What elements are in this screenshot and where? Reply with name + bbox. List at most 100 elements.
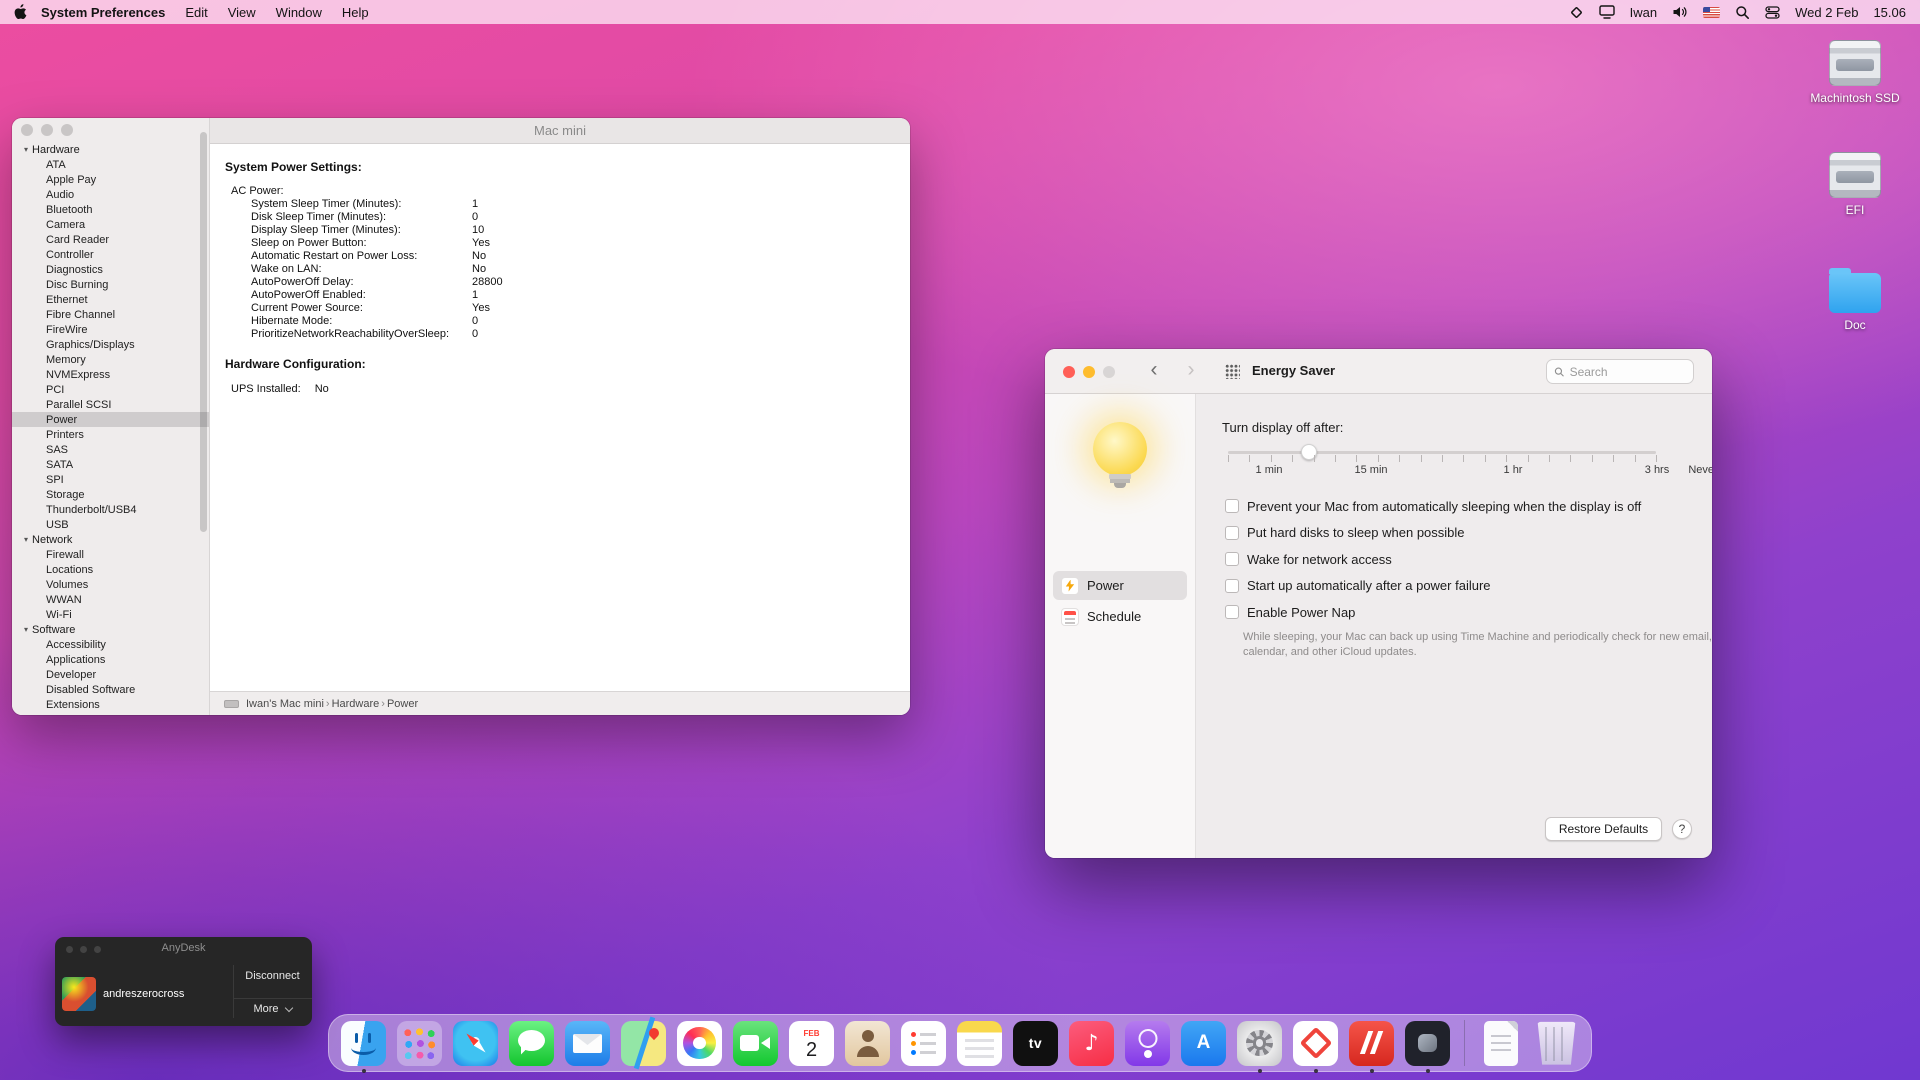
keyboard-flag-icon[interactable] (1703, 7, 1720, 18)
dock-finder-icon[interactable] (341, 1021, 386, 1066)
sidebar-group-hardware[interactable]: ▾Hardware (12, 142, 209, 157)
energy-sidebar-power[interactable]: Power (1053, 571, 1187, 600)
dock-reminders-icon[interactable] (901, 1021, 946, 1066)
sidebar-item-nvmexpress[interactable]: NVMExpress (12, 367, 209, 382)
checkbox-prevent-your-mac-from-automatica[interactable] (1225, 499, 1239, 513)
desktop-icon-doc[interactable]: Doc (1807, 266, 1903, 332)
sidebar-item-fibre-channel[interactable]: Fibre Channel (12, 307, 209, 322)
dock-maps-icon[interactable] (621, 1021, 666, 1066)
close-button[interactable] (21, 124, 33, 136)
sidebar-item-disabled-software[interactable]: Disabled Software (12, 682, 209, 697)
display-status-icon[interactable] (1599, 5, 1615, 19)
disconnect-button[interactable]: Disconnect (233, 970, 312, 982)
sidebar-item-diagnostics[interactable]: Diagnostics (12, 262, 209, 277)
sidebar-item-storage[interactable]: Storage (12, 487, 209, 502)
dock-mail-icon[interactable] (565, 1021, 610, 1066)
dock-photos-icon[interactable] (677, 1021, 722, 1066)
window-titlebar[interactable]: Mac mini (210, 118, 910, 144)
sidebar-item-apple-pay[interactable]: Apple Pay (12, 172, 209, 187)
help-button[interactable]: ? (1672, 819, 1692, 839)
sidebar-item-sata[interactable]: SATA (12, 457, 209, 472)
sidebar-item-printers[interactable]: Printers (12, 427, 209, 442)
sidebar-item-ata[interactable]: ATA (12, 157, 209, 172)
close-button[interactable] (1063, 366, 1075, 378)
minimize-button[interactable] (1083, 366, 1095, 378)
sidebar-item-sas[interactable]: SAS (12, 442, 209, 457)
dock-podcasts-icon[interactable] (1125, 1021, 1170, 1066)
sidebar-item-wi-fi[interactable]: Wi-Fi (12, 607, 209, 622)
dock-red-app-icon[interactable] (1349, 1021, 1394, 1066)
dock-dark-app-icon[interactable] (1405, 1021, 1450, 1066)
drive-icon[interactable] (1829, 40, 1881, 86)
checkbox-wake-for-network-access[interactable] (1225, 552, 1239, 566)
sidebar-item-ethernet[interactable]: Ethernet (12, 292, 209, 307)
spotlight-icon[interactable] (1735, 5, 1750, 20)
dock-safari-icon[interactable] (453, 1021, 498, 1066)
slider-thumb[interactable] (1301, 444, 1317, 460)
sidebar-scrollbar[interactable] (200, 132, 207, 532)
menu-window[interactable]: Window (266, 5, 332, 20)
sidebar-item-graphics-displays[interactable]: Graphics/Displays (12, 337, 209, 352)
dock-music-icon[interactable]: ♪ (1069, 1021, 1114, 1066)
dock-launchpad-icon[interactable] (397, 1021, 442, 1066)
control-center-icon[interactable] (1765, 5, 1780, 20)
breadcrumb-hardware[interactable]: Hardware (332, 698, 380, 710)
sidebar-item-usb[interactable]: USB (12, 517, 209, 532)
anydesk-status-icon[interactable] (1569, 5, 1584, 20)
dock-notes-icon[interactable] (957, 1021, 1002, 1066)
menu-time[interactable]: 15.06 (1873, 5, 1906, 20)
volume-icon[interactable] (1672, 5, 1688, 19)
forward-button[interactable]: › (1180, 357, 1202, 383)
sidebar-item-spi[interactable]: SPI (12, 472, 209, 487)
back-button[interactable]: ‹ (1143, 357, 1165, 383)
sidebar-item-wwan[interactable]: WWAN (12, 592, 209, 607)
sidebar-group-network[interactable]: ▾Network (12, 532, 209, 547)
zoom-button[interactable] (61, 124, 73, 136)
checkbox-put-hard-disks-to-sleep-when-pos[interactable] (1225, 526, 1239, 540)
dock-app-store-icon[interactable]: A (1181, 1021, 1226, 1066)
more-button[interactable]: More (233, 1003, 312, 1015)
sidebar-item-extensions[interactable]: Extensions (12, 697, 209, 712)
sidebar-item-locations[interactable]: Locations (12, 562, 209, 577)
dock-calendar-icon[interactable]: FEB2 (789, 1021, 834, 1066)
checkbox-start-up-automatically-after-a-p[interactable] (1225, 579, 1239, 593)
menu-edit[interactable]: Edit (175, 5, 217, 20)
sidebar-item-audio[interactable]: Audio (12, 187, 209, 202)
sidebar-item-volumes[interactable]: Volumes (12, 577, 209, 592)
restore-defaults-button[interactable]: Restore Defaults (1545, 817, 1662, 841)
sidebar-item-applications[interactable]: Applications (12, 652, 209, 667)
sidebar-item-card-reader[interactable]: Card Reader (12, 232, 209, 247)
sidebar-item-accessibility[interactable]: Accessibility (12, 637, 209, 652)
breadcrumb-iwan-s-mac-mini[interactable]: Iwan's Mac mini (246, 698, 324, 710)
dock-anydesk-icon[interactable] (1293, 1021, 1338, 1066)
menu-app-name[interactable]: System Preferences (31, 5, 175, 20)
dock-facetime-icon[interactable] (733, 1021, 778, 1066)
folder-icon[interactable] (1829, 273, 1881, 313)
display-off-slider[interactable] (1228, 444, 1656, 464)
sidebar-item-developer[interactable]: Developer (12, 667, 209, 682)
checkbox-enable-power-nap[interactable] (1225, 605, 1239, 619)
sidebar-item-thunderbolt-usb4[interactable]: Thunderbolt/USB4 (12, 502, 209, 517)
search-input[interactable] (1570, 365, 1686, 379)
dock-contacts-icon[interactable] (845, 1021, 890, 1066)
dock-messages-icon[interactable] (509, 1021, 554, 1066)
desktop-icon-efi[interactable]: EFI (1807, 152, 1903, 217)
sidebar-item-pci[interactable]: PCI (12, 382, 209, 397)
sidebar-item-controller[interactable]: Controller (12, 247, 209, 262)
minimize-button[interactable] (41, 124, 53, 136)
zoom-button[interactable] (1103, 366, 1115, 378)
show-all-icon[interactable] (1225, 364, 1240, 379)
menu-view[interactable]: View (218, 5, 266, 20)
dock-trash-icon[interactable] (1534, 1021, 1579, 1066)
energy-sidebar-schedule[interactable]: Schedule (1053, 602, 1187, 631)
sidebar-item-firewall[interactable]: Firewall (12, 547, 209, 562)
sidebar-item-camera[interactable]: Camera (12, 217, 209, 232)
breadcrumb-power[interactable]: Power (387, 698, 418, 710)
search-field[interactable] (1546, 359, 1694, 384)
sidebar-item-bluetooth[interactable]: Bluetooth (12, 202, 209, 217)
menu-date[interactable]: Wed 2 Feb (1795, 5, 1858, 20)
sidebar-item-memory[interactable]: Memory (12, 352, 209, 367)
sidebar-item-disc-burning[interactable]: Disc Burning (12, 277, 209, 292)
sidebar-item-firewire[interactable]: FireWire (12, 322, 209, 337)
dock-tv-icon[interactable]: tv (1013, 1021, 1058, 1066)
